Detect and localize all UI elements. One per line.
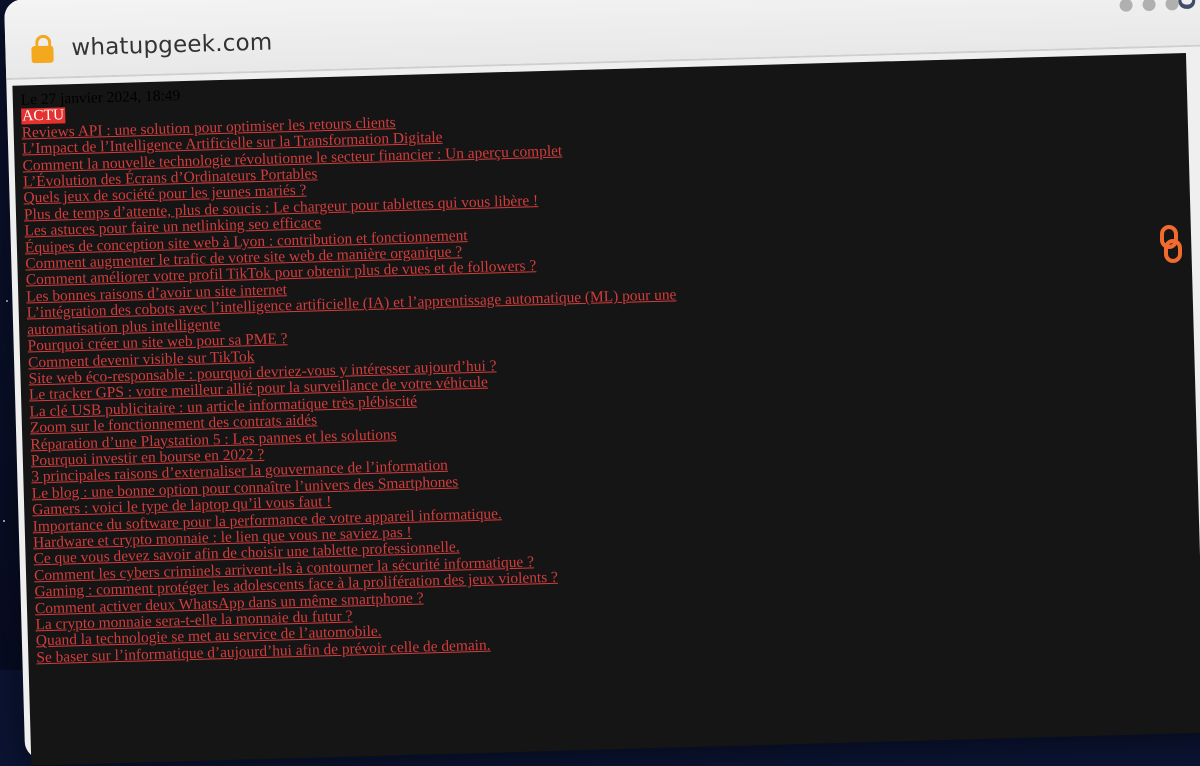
category-badge[interactable]: ACTU bbox=[21, 107, 66, 125]
browser-window: whatupgeek.com Le 27 janvier 2024, 18:49… bbox=[4, 0, 1200, 766]
link-chain-icon bbox=[1160, 225, 1182, 263]
url-text[interactable]: whatupgeek.com bbox=[71, 30, 273, 62]
window-controls bbox=[1119, 0, 1179, 12]
page-content: Le 27 janvier 2024, 18:49 ACTU Reviews A… bbox=[12, 53, 1200, 766]
guestpostlinks-brand-text: GUESTPOSTLINKS bbox=[1176, 0, 1200, 10]
window-dot-icon[interactable] bbox=[1119, 0, 1133, 12]
article-list: Reviews API : une solution pour optimise… bbox=[21, 93, 1195, 667]
address-bar[interactable]: whatupgeek.com bbox=[31, 29, 273, 64]
lock-icon bbox=[31, 34, 54, 64]
window-dot-icon[interactable] bbox=[1142, 0, 1156, 12]
